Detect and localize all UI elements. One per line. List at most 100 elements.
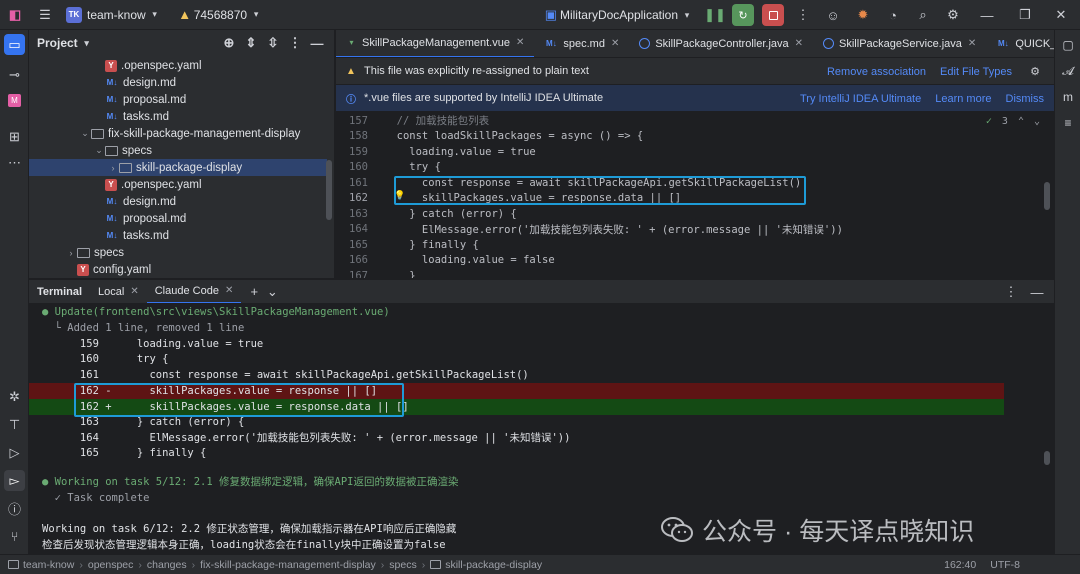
breadcrumb-item[interactable]: specs xyxy=(389,559,416,571)
tree-item[interactable]: M↓ proposal.md xyxy=(29,91,327,108)
terminal-scrollbar[interactable] xyxy=(1044,451,1050,465)
gradle-icon[interactable]: 𝓐 xyxy=(1059,62,1077,80)
minimize-icon[interactable]: — xyxy=(978,6,996,24)
more-icon[interactable]: ⋮ xyxy=(286,34,304,52)
expand-all-icon[interactable]: ⇕ xyxy=(242,34,260,52)
tree-item[interactable]: M↓ tasks.md xyxy=(29,227,327,244)
tree-item[interactable]: › specs xyxy=(29,244,327,261)
tree-item[interactable]: M↓ proposal.md xyxy=(29,210,327,227)
close-tab-icon[interactable]: ✕ xyxy=(516,37,524,48)
ide-logo-icon[interactable]: ◧ xyxy=(0,0,30,30)
restore-icon[interactable]: ❐ xyxy=(1016,6,1034,24)
project-tool-icon[interactable]: ▭ xyxy=(4,34,25,55)
code-editor[interactable]: ✓ 3 ⌃ ⌄ 157 // 加载技能包列表 158 const loadSkill… xyxy=(336,112,1054,278)
database-icon[interactable]: ≡ xyxy=(1059,114,1077,132)
build-tool-icon[interactable]: ⊤ xyxy=(4,414,25,435)
try-ultimate-link[interactable]: Try IntelliJ IDEA Ultimate xyxy=(800,93,921,105)
gear-icon[interactable]: ⚙ xyxy=(944,6,962,24)
tree-item[interactable]: Y .openspec.yaml xyxy=(29,176,327,193)
vcs-widget[interactable]: ▲ 74568870 ▾ xyxy=(170,0,271,30)
editor-tab[interactable]: SkillPackageService.java ✕ xyxy=(813,30,986,57)
main-menu-button[interactable]: ☰ xyxy=(30,0,60,30)
stop-button[interactable] xyxy=(762,4,784,26)
chevron-down-icon[interactable]: ▾ xyxy=(78,34,96,52)
title-bar: ◧ ☰ TK team-know ▾ ▲ 74568870 ▾ ▣ Milita… xyxy=(0,0,1080,30)
pause-icon[interactable]: ❚❚ xyxy=(704,6,726,24)
breadcrumb-item[interactable]: fix-skill-package-management-display xyxy=(200,559,376,571)
line-number: 157 xyxy=(349,114,368,127)
collapse-all-icon[interactable]: ⇳ xyxy=(264,34,282,52)
problems-tool-icon[interactable]: ⓘ xyxy=(4,498,25,519)
chevron-down-icon[interactable]: ⌄ xyxy=(79,128,91,139)
breadcrumb-item[interactable]: openspec xyxy=(88,559,134,571)
run-config-selector[interactable]: ▣ MilitaryDocApplication ▾ xyxy=(536,0,702,30)
rerun-button[interactable]: ↻ xyxy=(732,4,754,26)
locate-icon[interactable]: ⊕ xyxy=(220,34,238,52)
editor-tab[interactable]: M↓QUICK_START_GUIDE.md✕ xyxy=(986,30,1054,57)
learn-more-link[interactable]: Learn more xyxy=(935,93,991,105)
chevron-down-icon[interactable]: ⌄ xyxy=(93,145,105,156)
remove-association-link[interactable]: Remove association xyxy=(827,66,926,78)
terminal-tool-icon[interactable]: ▻ xyxy=(4,470,25,491)
ai-assistant-icon[interactable]: ✹ xyxy=(854,6,872,24)
structure-tool-icon[interactable]: ⊞ xyxy=(4,126,25,147)
new-tab-icon[interactable]: + xyxy=(245,283,263,301)
caret-position[interactable]: 162:40 xyxy=(944,559,976,571)
search-icon[interactable]: ⌕ xyxy=(914,6,932,24)
chevron-down-icon[interactable]: ⌄ xyxy=(263,283,281,301)
tree-item[interactable]: M↓ design.md xyxy=(29,74,327,91)
more-tools-icon[interactable]: ⋯ xyxy=(4,152,25,173)
git-tool-icon[interactable]: ⑂ xyxy=(4,526,25,547)
close-icon[interactable]: ✕ xyxy=(1052,6,1070,24)
close-tab-icon[interactable]: ✕ xyxy=(611,38,619,49)
close-tab-icon[interactable]: ✕ xyxy=(968,38,976,49)
add-user-icon[interactable]: ☺ xyxy=(824,6,842,24)
code-line: 165 } finally { xyxy=(336,237,1054,253)
hide-icon[interactable]: — xyxy=(308,34,326,52)
dismiss-link[interactable]: Dismiss xyxy=(1006,93,1045,105)
editor-scrollbar[interactable] xyxy=(1044,182,1050,210)
tree-item[interactable]: Yconfig.yaml xyxy=(29,261,327,278)
editor-tab[interactable]: SkillPackageController.java ✕ xyxy=(629,30,813,57)
notifications-icon[interactable]: ▢ xyxy=(1059,36,1077,54)
tree-item-label: .openspec.yaml xyxy=(121,178,202,191)
more-icon[interactable]: ⋮ xyxy=(1002,283,1020,301)
file-encoding[interactable]: UTF-8 xyxy=(990,559,1020,571)
tree-item[interactable]: ⌄ specs xyxy=(29,142,327,159)
tree-item[interactable]: M↓ design.md xyxy=(29,193,327,210)
tree-item[interactable]: › skill-package-display xyxy=(29,159,327,176)
update-icon[interactable]: ◔ xyxy=(884,6,902,24)
right-tool-strip: ▢ 𝓐 m ≡ xyxy=(1054,30,1080,554)
close-tab-icon[interactable]: ✕ xyxy=(795,38,803,49)
project-scrollbar[interactable] xyxy=(326,160,332,220)
terminal-tab[interactable]: Claude Code ✕ xyxy=(146,280,242,304)
maven-icon[interactable]: m xyxy=(1059,88,1077,106)
chevron-right-icon[interactable]: › xyxy=(65,248,77,258)
code-text: ElMessage.error('加载技能包列表失败: ' + (error.m… xyxy=(384,223,843,236)
breadcrumb-item[interactable]: skill-package-display xyxy=(445,559,542,571)
plugin-tool-icon[interactable]: M xyxy=(4,90,25,111)
close-tab-icon[interactable]: ✕ xyxy=(225,285,233,296)
editor-tab[interactable]: M↓ spec.md ✕ xyxy=(534,30,629,57)
chevron-right-icon[interactable]: › xyxy=(107,163,119,173)
commit-tool-icon[interactable]: ⊸ xyxy=(4,64,25,85)
gear-icon[interactable]: ⚙ xyxy=(1026,63,1044,81)
more-icon[interactable]: ⋮ xyxy=(794,6,812,24)
terminal-tabs: Terminal Local ✕ Claude Code ✕ + ⌄ ⋮ — xyxy=(29,279,1054,304)
terminal-line: └ Added 1 line, removed 1 line xyxy=(42,321,245,334)
debug-tool-icon[interactable]: ✲ xyxy=(4,386,25,407)
tree-item[interactable]: ⌄ fix-skill-package-management-display xyxy=(29,125,327,142)
edit-file-types-link[interactable]: Edit File Types xyxy=(940,66,1012,78)
editor-tab[interactable]: ▾ SkillPackageManagement.vue ✕ xyxy=(336,30,535,57)
hide-icon[interactable]: — xyxy=(1028,283,1046,301)
close-tab-icon[interactable]: ✕ xyxy=(130,286,138,297)
breadcrumb-item[interactable]: team-know xyxy=(23,559,74,571)
terminal-tab[interactable]: Terminal xyxy=(29,280,90,304)
banner-text: *.vue files are supported by IntelliJ ID… xyxy=(364,92,604,104)
services-tool-icon[interactable]: ▷ xyxy=(4,442,25,463)
tree-item[interactable]: Y .openspec.yaml xyxy=(29,57,327,74)
breadcrumb-item[interactable]: changes xyxy=(147,559,187,571)
terminal-tab[interactable]: Local ✕ xyxy=(90,280,147,304)
tree-item[interactable]: M↓ tasks.md xyxy=(29,108,327,125)
project-selector[interactable]: TK team-know ▾ xyxy=(60,0,170,30)
